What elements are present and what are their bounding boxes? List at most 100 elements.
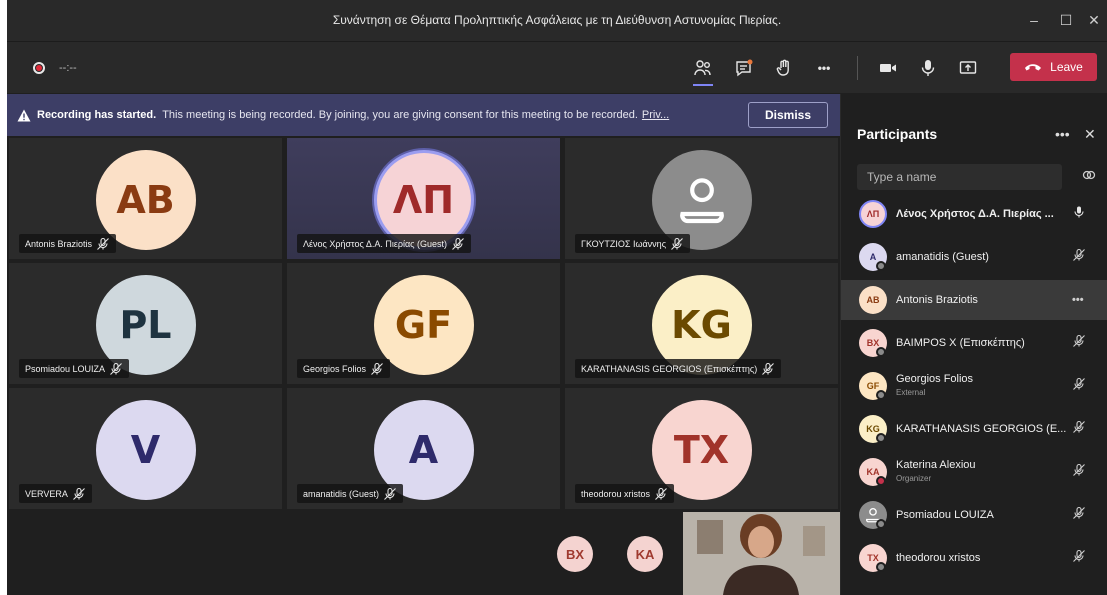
participant-mute-status[interactable] (1072, 463, 1086, 482)
participant-list-avatar: ΛΠ (859, 200, 887, 228)
person-placeholder-icon (679, 178, 724, 224)
share-screen-button[interactable] (955, 56, 981, 80)
meeting-timer: --:-- (59, 62, 77, 74)
mic-off-icon (72, 487, 85, 500)
maximize-button[interactable]: ☐ (1055, 10, 1077, 30)
panel-more-button[interactable]: ••• (1055, 126, 1070, 142)
participant-mute-status[interactable] (1072, 506, 1086, 525)
participant-mic-button[interactable] (1072, 205, 1086, 224)
participant-name: VERVERA (25, 488, 68, 499)
panel-close-button[interactable]: ✕ (1084, 126, 1096, 143)
participant-list-avatar: AB (859, 286, 887, 314)
presence-status-icon (876, 261, 886, 271)
presence-status-icon (876, 519, 886, 529)
minimize-button[interactable]: – (1023, 10, 1045, 30)
participant-avatar: V (95, 400, 196, 500)
participant-name-tag: Antonis Braziotis (19, 234, 117, 253)
camera-button[interactable] (875, 56, 901, 80)
participant-list-item[interactable]: BX BAIMPOS X (Επισκέπτης) (841, 323, 1107, 363)
banner-message: This meeting is being recorded. By joini… (162, 109, 638, 121)
participant-list: ΛΠ Λένος Χρήστος Δ.Α. Πιερίας ... Aamanati… (841, 194, 1107, 595)
self-view-person-image (683, 512, 840, 595)
participant-mute-status[interactable] (1072, 549, 1086, 568)
warning-icon (17, 109, 31, 121)
participant-list-name: Katerina Alexiou (896, 459, 976, 471)
request-to-join-button[interactable] (1081, 168, 1097, 187)
participant-list-item[interactable]: GF Georgios Folios External (841, 366, 1107, 406)
mic-off-icon (1073, 377, 1085, 390)
video-tile[interactable]: ΓΚΟΥΤΖΙΟΣ Ιωάννης (565, 138, 838, 259)
participant-mute-status[interactable] (1072, 420, 1086, 439)
participant-name: Λένος Χρήστος Δ.Α. Πιερίας (Guest) (303, 238, 448, 249)
microphone-button[interactable] (915, 56, 941, 80)
microphone-icon (1074, 206, 1084, 217)
participant-name: Georgios Folios (303, 363, 367, 374)
mic-off-icon (1073, 549, 1085, 562)
participant-name-tag: theodorou xristos (575, 484, 675, 503)
participant-list-name: Antonis Braziotis (896, 294, 978, 306)
participant-list-item[interactable]: Psomiadou LOUIZA (841, 495, 1107, 535)
toolbar-divider (857, 56, 858, 80)
video-tile[interactable]: AB Antonis Braziotis (9, 138, 282, 259)
participant-list-name: KARATHANASIS GEORGIOS (E... (896, 423, 1067, 435)
video-tile[interactable]: GF Georgios Folios (287, 263, 560, 384)
raise-hand-button[interactable] (771, 56, 797, 80)
overflow-avatar[interactable]: KA (627, 536, 663, 572)
participant-search-input[interactable]: Type a name (857, 164, 1062, 190)
participant-list-item[interactable]: AB Antonis Braziotis ••• (841, 280, 1107, 320)
participant-list-item[interactable]: ΛΠ Λένος Χρήστος Δ.Α. Πιερίας ... (841, 194, 1107, 234)
participant-name: Psomiadou LOUIZA (25, 363, 106, 374)
recording-indicator-icon (33, 62, 45, 74)
leave-label: Leave (1050, 60, 1083, 74)
participant-name: amanatidis (Guest) (303, 488, 380, 499)
participant-name-tag: KARATHANASIS GEORGIOS (Επισκέπτης) (575, 359, 782, 378)
participant-list-item[interactable]: TX theodorou xristos (841, 538, 1107, 578)
participant-list-name: theodorou xristos (896, 552, 981, 564)
participant-name: KARATHANASIS GEORGIOS (Επισκέπτης) (581, 363, 758, 374)
leave-button[interactable]: Leave (1010, 53, 1097, 81)
video-tile[interactable]: KG KARATHANASIS GEORGIOS (Επισκέπτης) (565, 263, 838, 384)
more-actions-button[interactable]: ••• (811, 56, 837, 80)
participants-toggle-button[interactable] (690, 56, 716, 86)
mic-off-icon (1073, 334, 1085, 347)
chat-button[interactable] (731, 56, 757, 80)
mic-off-icon (1073, 420, 1085, 433)
mic-off-icon (1073, 248, 1085, 261)
self-view-video[interactable] (683, 512, 840, 595)
participant-mute-status[interactable] (1072, 334, 1086, 353)
hand-icon (776, 59, 789, 76)
participant-mute-status[interactable] (1072, 377, 1086, 396)
window-title: Συνάντηση σε Θέματα Προληπτικής Ασφάλεια… (332, 13, 782, 27)
mic-off-icon (97, 237, 109, 250)
participant-name: theodorou xristos (581, 488, 651, 499)
participant-list-item[interactable]: Aamanatidis (Guest) (841, 237, 1107, 277)
participant-list-item[interactable]: KA Katerina Alexiou Organizer (841, 452, 1107, 492)
participant-mute-status[interactable] (1072, 248, 1086, 267)
overflow-avatar[interactable]: BX (557, 536, 593, 572)
microphone-icon (921, 60, 935, 76)
presence-status-icon (876, 390, 886, 400)
video-tile[interactable]: PL Psomiadou LOUIZA (9, 263, 282, 384)
participant-name: ΓΚΟΥΤΖΙΟΣ Ιωάννης (581, 238, 667, 249)
video-tile[interactable]: ΛΠ Λένος Χρήστος Δ.Α. Πιερίας (Guest) (287, 138, 560, 259)
presence-status-icon (876, 562, 886, 572)
mic-off-icon (762, 362, 775, 375)
mic-off-icon (1073, 463, 1085, 476)
presence-status-icon (876, 476, 886, 486)
participants-panel: Participants ••• ✕ Type a name ΛΠ Λένος Χ… (840, 94, 1107, 595)
people-icon (694, 60, 711, 76)
dismiss-button[interactable]: Dismiss (748, 102, 828, 128)
participant-list-item[interactable]: KG KARATHANASIS GEORGIOS (E... (841, 409, 1107, 449)
chat-icon (736, 59, 753, 77)
banner-heading: Recording has started. (37, 109, 157, 121)
participant-name-tag: Georgios Folios (297, 359, 391, 378)
video-tile[interactable]: Aamanatidis (Guest) (287, 388, 560, 509)
video-tile[interactable]: TX theodorou xristos (565, 388, 838, 509)
video-tile[interactable]: V VERVERA (9, 388, 282, 509)
presence-status-icon (876, 433, 886, 443)
mic-off-icon (371, 362, 383, 375)
participant-more-button[interactable]: ••• (1072, 294, 1084, 306)
mic-off-icon (655, 487, 667, 500)
close-window-button[interactable]: ✕ (1083, 10, 1105, 30)
privacy-link[interactable]: Priv... (642, 109, 669, 121)
